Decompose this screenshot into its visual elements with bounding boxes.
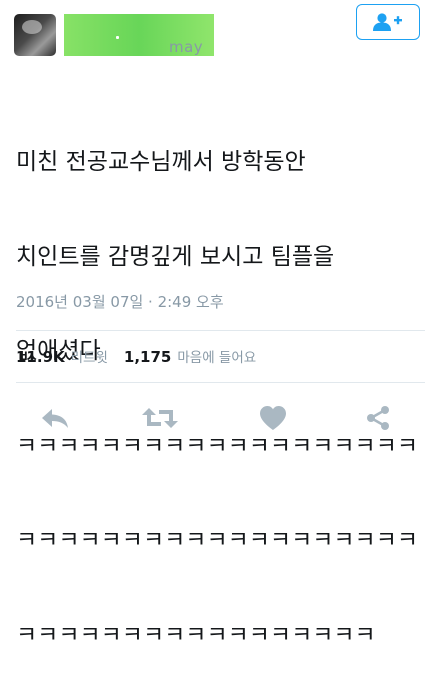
tweet-text-line: 치인트를 감명깊게 보시고 팀플을 bbox=[16, 243, 335, 270]
heart-icon bbox=[260, 406, 286, 430]
like-count[interactable]: 1,175 bbox=[124, 348, 171, 366]
like-button[interactable] bbox=[251, 398, 295, 438]
tweet-header: may bbox=[0, 0, 441, 66]
reply-button[interactable] bbox=[33, 398, 77, 438]
divider bbox=[16, 382, 425, 383]
retweet-count[interactable]: 11.9K bbox=[16, 348, 65, 366]
divider bbox=[16, 330, 425, 331]
retweet-button[interactable] bbox=[138, 398, 182, 438]
tweet-timestamp[interactable]: 2016년 03월 07일 · 2:49 오후 bbox=[16, 291, 224, 312]
reply-icon bbox=[42, 409, 68, 428]
tweet-stats: 11.9K 리트윗 1,175 마음에 들어요 bbox=[16, 346, 256, 366]
user-handle[interactable]: may bbox=[169, 38, 203, 56]
tweet-text-line: ㅋㅋㅋㅋㅋㅋㅋㅋㅋㅋㅋㅋㅋㅋㅋㅋㅋ bbox=[16, 621, 376, 648]
like-label[interactable]: 마음에 들어요 bbox=[177, 346, 256, 366]
follow-button[interactable] bbox=[356, 4, 420, 40]
tweet-text: 미친 전공교수님께서 방학동안 치인트를 감명깊게 보시고 팀플을 없애셨다 ㅋ… bbox=[16, 84, 428, 683]
retweet-label[interactable]: 리트윗 bbox=[71, 346, 108, 366]
tweet-text-line: ㅋㅋㅋㅋㅋㅋㅋㅋㅋㅋㅋㅋㅋㅋㅋㅋㅋㅋㅋ bbox=[16, 527, 419, 553]
tweet-actions bbox=[0, 398, 441, 438]
tweet-text-line: 미친 전공교수님께서 방학동안 bbox=[16, 149, 306, 175]
share-icon bbox=[367, 406, 389, 430]
retweet-icon bbox=[142, 408, 178, 428]
share-button[interactable] bbox=[356, 398, 400, 438]
follow-user-icon bbox=[373, 13, 402, 31]
avatar[interactable] bbox=[14, 14, 56, 56]
